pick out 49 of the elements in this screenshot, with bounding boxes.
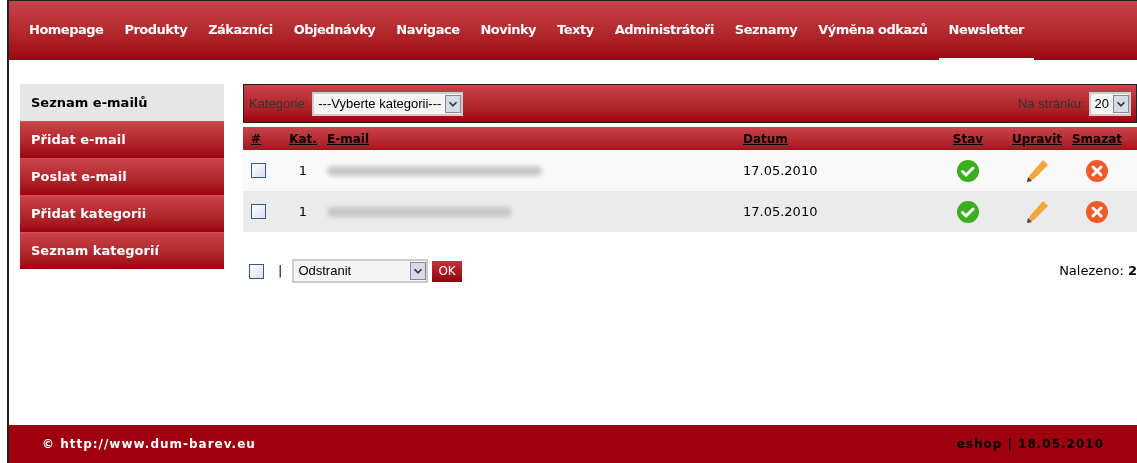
dropdown-icon <box>445 94 462 113</box>
column-header[interactable]: E-mail <box>327 131 369 146</box>
nav-tab[interactable]: Produkty <box>114 1 198 60</box>
footer-copyright: © http://www.dum-barev.eu <box>42 436 256 453</box>
check-icon[interactable] <box>956 158 980 183</box>
table-cell: 1 <box>298 203 308 219</box>
nav-tab[interactable]: Objednávky <box>283 1 386 60</box>
category-select[interactable]: ---Vyberte kategorii--- <box>312 91 464 116</box>
table-cell: 1 <box>298 162 308 178</box>
sidebar-item[interactable]: Přidat e-mail <box>20 121 224 158</box>
dropdown-icon <box>1113 94 1129 113</box>
column-header[interactable]: Stav <box>952 131 984 146</box>
column-header[interactable]: Datum <box>743 131 788 146</box>
nav-tab[interactable]: Výměna odkazů <box>808 1 938 60</box>
action-select[interactable]: Odstranit <box>292 259 429 283</box>
sidebar-item[interactable]: Poslat e-mail <box>20 158 224 195</box>
dropdown-icon <box>410 262 427 280</box>
category-label: Kategorie: <box>249 94 309 113</box>
footer-info: eshop | 18.05.2010 <box>956 436 1104 453</box>
ok-button[interactable]: OK <box>432 260 462 282</box>
edit-icon[interactable] <box>1025 199 1049 224</box>
row-checkbox[interactable] <box>251 163 266 178</box>
nav-tab[interactable]: Navigace <box>386 1 470 60</box>
nav-tab[interactable]: Seznamy <box>724 1 808 60</box>
column-header[interactable]: Smazat <box>1071 131 1123 146</box>
found-count-text: Nalezeno: 2 <box>1059 262 1137 281</box>
table-cell: 17.05.2010 <box>743 162 818 178</box>
nav-tab[interactable]: Homepage <box>19 1 114 60</box>
nav-tab[interactable]: Novinky <box>470 1 547 60</box>
per-page-select[interactable]: 20 <box>1088 91 1131 116</box>
column-header[interactable]: # <box>251 131 262 146</box>
nav-tab[interactable]: Zákazníci <box>198 1 283 60</box>
separator-text: | <box>278 262 283 281</box>
sidebar-item[interactable]: Seznam e-mailů <box>20 84 224 121</box>
row-checkbox[interactable] <box>251 204 266 219</box>
column-header[interactable]: Upravit <box>1012 131 1062 146</box>
edit-icon[interactable] <box>1025 158 1049 183</box>
check-icon[interactable] <box>956 199 980 224</box>
sidebar-item[interactable]: Přidat kategorii <box>20 195 224 232</box>
delete-icon[interactable] <box>1085 158 1109 183</box>
per-page-label: Na stránku: <box>1018 94 1085 113</box>
delete-icon[interactable] <box>1085 199 1109 224</box>
nav-tab[interactable]: Texty <box>547 1 604 60</box>
select-all-checkbox[interactable] <box>249 263 264 279</box>
table-cell: 17.05.2010 <box>743 203 818 219</box>
sidebar-item[interactable]: Seznam kategorií <box>20 232 224 269</box>
nav-tab[interactable]: Administrátoři <box>604 1 724 60</box>
nav-tab[interactable]: Newsletter <box>938 1 1034 60</box>
column-header[interactable]: Kat. <box>289 131 317 146</box>
